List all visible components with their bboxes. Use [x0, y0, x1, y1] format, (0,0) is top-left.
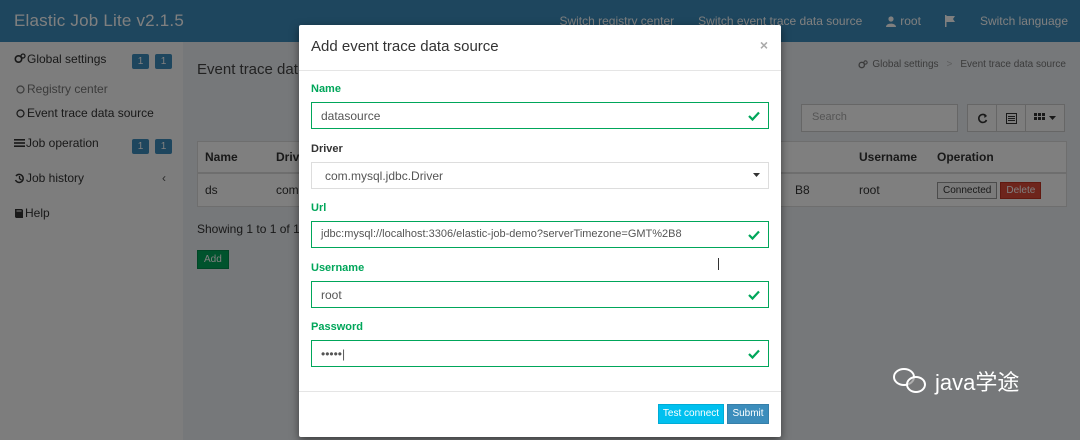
password-value: •••••| [321, 347, 346, 361]
driver-value: com.mysql.jdbc.Driver [325, 169, 444, 183]
modal-title: Add event trace data source [311, 38, 499, 55]
modal-footer-divider [299, 391, 781, 392]
driver-label: Driver [311, 143, 343, 155]
url-label: Url [311, 202, 327, 214]
name-value: datasource [321, 109, 381, 123]
name-input[interactable]: datasource [311, 102, 769, 129]
password-input[interactable]: •••••| [311, 340, 769, 367]
add-datasource-modal: Add event trace data source × Name datas… [299, 25, 781, 437]
wechat-icon [893, 366, 929, 396]
url-value: jdbc:mysql://localhost:3306/elastic-job-… [321, 228, 682, 240]
submit-button[interactable]: Submit [727, 404, 769, 424]
username-label: Username [311, 262, 365, 274]
username-value: root [321, 288, 342, 302]
check-icon [748, 230, 760, 241]
url-input[interactable]: jdbc:mysql://localhost:3306/elastic-job-… [311, 221, 769, 248]
watermark: java学途 [893, 365, 1019, 397]
driver-select[interactable]: com.mysql.jdbc.Driver [311, 162, 769, 189]
password-label: Password [311, 321, 363, 333]
check-icon [748, 111, 760, 122]
username-input[interactable]: root [311, 281, 769, 308]
check-icon [748, 290, 760, 301]
watermark-text: java学途 [935, 370, 1020, 395]
check-icon [748, 349, 760, 360]
caret-down-icon [753, 173, 760, 177]
text-cursor [718, 258, 721, 270]
name-label: Name [311, 83, 341, 95]
close-icon[interactable]: × [760, 37, 768, 53]
modal-header-divider [299, 70, 781, 71]
test-connect-button[interactable]: Test connect [658, 404, 724, 424]
